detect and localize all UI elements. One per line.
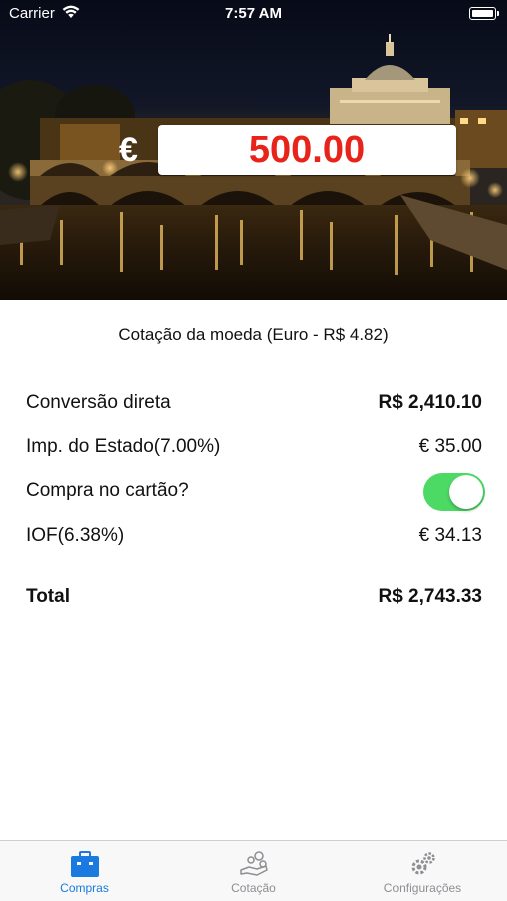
direct-conversion-value: R$ 2,410.10 xyxy=(378,392,482,413)
total-label: Total xyxy=(26,586,70,607)
state-tax-label: Imp. do Estado(7.00%) xyxy=(26,436,221,457)
tab-bar: Compras Cotação Configurações xyxy=(0,840,507,901)
status-bar: Carrier 7:57 AM xyxy=(0,0,507,28)
card-purchase-label: Compra no cartão? xyxy=(26,480,189,501)
state-tax-row: Imp. do Estado(7.00%) € 35.00 xyxy=(26,432,482,462)
state-tax-value: € 35.00 xyxy=(418,436,482,457)
tab-configuracoes[interactable]: Configurações xyxy=(338,841,507,901)
amount-input[interactable] xyxy=(158,125,456,175)
iof-label: IOF(6.38%) xyxy=(26,525,125,546)
tab-compras-label: Compras xyxy=(60,881,109,895)
direct-conversion-row: Conversão direta R$ 2,410.10 xyxy=(26,388,482,418)
tab-compras[interactable]: Compras xyxy=(0,841,169,901)
iof-value: € 34.13 xyxy=(418,525,482,546)
card-purchase-toggle[interactable] xyxy=(423,473,485,511)
direct-conversion-label: Conversão direta xyxy=(26,392,171,413)
iof-row: IOF(6.38%) € 34.13 xyxy=(26,521,482,551)
currency-symbol: € xyxy=(119,131,138,169)
gears-icon xyxy=(411,852,435,875)
status-time: 7:57 AM xyxy=(225,5,282,22)
tab-configuracoes-label: Configurações xyxy=(383,881,462,895)
total-value: R$ 2,743.33 xyxy=(378,586,482,607)
total-row: Total R$ 2,743.33 xyxy=(26,582,482,612)
tab-cotacao-label: Cotação xyxy=(231,881,276,895)
money-hand-icon xyxy=(239,851,268,876)
battery-icon xyxy=(469,7,499,20)
toggle-knob xyxy=(449,475,483,509)
briefcase-icon xyxy=(70,851,99,877)
card-purchase-row: Compra no cartão? xyxy=(26,473,485,511)
exchange-rate-label: Cotação da moeda (Euro - R$ 4.82) xyxy=(118,325,389,344)
tab-cotacao[interactable]: Cotação xyxy=(169,841,338,901)
